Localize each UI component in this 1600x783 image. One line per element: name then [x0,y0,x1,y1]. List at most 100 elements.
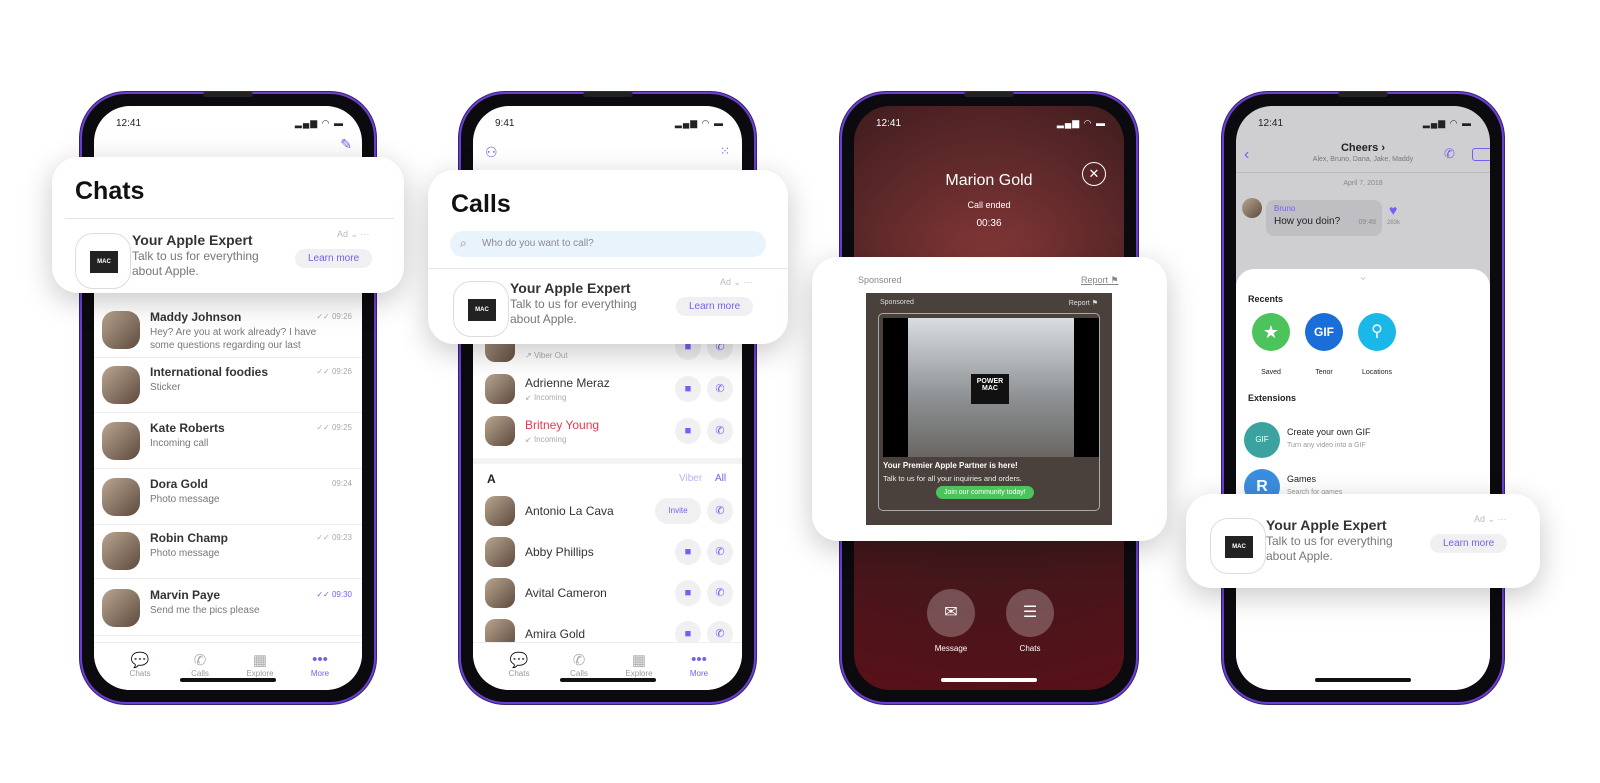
explore-icon: ▦ [252,652,268,669]
ad-title[interactable]: Your Apple Expert [1266,517,1387,533]
voice-call-button[interactable]: ✆ [707,580,733,606]
contact-name: Avital Cameron [525,586,607,600]
tenor-label: Tenor [1315,369,1333,376]
chat-row[interactable]: Dora Gold Photo message 09:24 [94,470,362,525]
locations-label: Locations [1362,369,1392,376]
date-label: April 7, 2018 [1343,180,1383,187]
tab-chats[interactable]: 💬 Chats [499,651,539,678]
recents-heading: Recents [1248,294,1284,304]
chats-ad-card: Chats MAC Your Apple Expert Talk to us f… [52,157,404,293]
learn-more-button[interactable]: Learn more [676,297,754,316]
extensions-heading: Extensions [1248,393,1297,403]
join-community-button[interactable]: Join our community today! [936,486,1034,499]
chat-preview: Send me the pics please [150,605,260,616]
double-check-icon: ✓✓ [316,423,330,432]
message-label: Message [934,644,968,653]
voice-call-button[interactable]: ✆ [707,498,733,524]
contact-row[interactable]: Antonio La Cava Invite ✆ [473,493,742,533]
tenor-icon[interactable]: GIF [1305,313,1343,351]
compose-icon[interactable]: ✎ [340,136,352,153]
store-photo: POWER MAC [883,318,1099,457]
chat-name: International foodies [150,365,269,379]
gif-maker-icon[interactable]: GIF [1244,422,1280,458]
ad-label[interactable]: Ad ⌄ ··· [720,277,753,288]
video-call-button[interactable]: ■ [675,418,701,444]
tab-more[interactable]: ••• More [679,651,719,678]
chat-preview: Photo message [150,548,220,559]
chevron-down-icon[interactable]: ⌄ [1236,269,1490,283]
search-input[interactable]: ⌕ Who do you want to call? [450,231,766,257]
video-call-button[interactable]: ■ [675,376,701,402]
chat-time: ✓✓ 09:23 [316,533,352,542]
learn-more-button[interactable]: Learn more [1430,534,1508,553]
avatar [485,578,515,608]
video-call-button[interactable]: ■ [675,539,701,565]
contact-row[interactable]: Avital Cameron ■ ✆ [473,575,742,615]
ad-title[interactable]: Your Apple Expert [510,280,631,296]
signal-wifi-battery-icon: ▂▄▆ ◠ ▬ [1422,118,1472,128]
calls-icon: ✆ [572,652,586,669]
chat-row[interactable]: Marvin Paye Send me the pics please ✓✓ 0… [94,581,362,636]
extension-title[interactable]: Games [1287,474,1316,484]
video-call-button[interactable]: ■ [675,580,701,606]
contact-name: Antonio La Cava [525,504,614,518]
video-icon[interactable] [1472,148,1490,161]
tab-calls[interactable]: ✆ Calls [180,651,220,678]
chat-row[interactable]: International foodies Sticker ✓✓ 09:26 [94,358,362,413]
close-icon[interactable]: ✕ [1082,162,1106,186]
recent-call-row[interactable]: Adrienne Meraz ↙ Incoming ■ ✆ [473,370,742,412]
filter-all[interactable]: All [715,473,726,484]
sender-name: Bruno [1274,204,1296,213]
chat-preview: Hey? Are you at work already? I have som… [150,327,317,351]
message-button[interactable]: ✉ [927,589,975,637]
group-chat-screen: 12:41 ▂▄▆ ◠ ▬ ‹ Cheers › Alex, Bruno, Dan… [1236,106,1490,690]
tab-calls[interactable]: ✆ Calls [559,651,599,678]
tab-chats[interactable]: 💬 Chats [120,651,160,678]
filter-viber[interactable]: Viber [679,473,702,484]
chat-time: ✓✓ 09:26 [316,367,352,376]
ad-logo: MAC [75,233,131,289]
chat-row[interactable]: Kate Roberts Incoming call ✓✓ 09:25 [94,414,362,469]
double-check-icon: ✓✓ [316,533,330,542]
tab-explore[interactable]: ▦ Explore [240,651,280,678]
chat-row[interactable]: Maddy Johnson Hey? Are you at work alrea… [94,303,362,358]
tab-explore[interactable]: ▦ Explore [619,651,659,678]
chat-name: Marvin Paye [150,588,221,602]
chat-row[interactable]: Robin Champ Photo message ✓✓ 09:23 [94,524,362,579]
invite-button[interactable]: Invite [655,498,701,524]
ad-creative[interactable]: Sponsored Report ⚑ POWER MAC Your Premier… [866,293,1112,525]
tab-more[interactable]: ••• More [300,651,340,678]
ad-label[interactable]: Ad ⌄ ··· [337,229,370,240]
saved-icon[interactable]: ★ [1252,313,1290,351]
extension-subtitle: Turn any video into a GIF [1287,442,1366,449]
avatar [485,374,515,404]
inner-report-link[interactable]: Report ⚑ [1069,299,1098,307]
voice-call-button[interactable]: ✆ [707,539,733,565]
voice-call-button[interactable]: ✆ [707,418,733,444]
keypad-icon[interactable]: ⁙ [720,144,730,158]
signal-wifi-battery-icon: ▂▄▆ ◠ ▬ [674,118,724,128]
chats-button[interactable]: ☰ [1006,589,1054,637]
add-contact-icon[interactable]: ⚇ [485,144,498,161]
contact-row[interactable]: Abby Phillips ■ ✆ [473,534,742,574]
voice-call-button[interactable]: ✆ [707,376,733,402]
caller-name: Britney Young [525,418,600,432]
chats-icon: 💬 [509,652,529,669]
extension-title[interactable]: Create your own GIF [1287,427,1371,437]
location-icon[interactable]: ⚲ [1358,313,1396,351]
heart-icon[interactable]: ♥ [1389,202,1397,218]
ad-text: Talk to us for all your inquiries and or… [883,474,1022,483]
search-icon: ⌕ [460,236,467,250]
recent-call-row[interactable]: Britney Young ↙ Incoming ■ ✆ [473,412,742,454]
learn-more-button[interactable]: Learn more [295,249,373,268]
phone-icon[interactable]: ✆ [1444,146,1455,162]
message-bubble[interactable]: Bruno How you doin? 09:48 [1266,200,1382,236]
ad-title[interactable]: Your Apple Expert [132,232,253,248]
report-link[interactable]: Report ⚑ [1081,275,1119,286]
chats-icon: 💬 [130,652,150,669]
ad-label[interactable]: Ad ⌄ ··· [1474,514,1507,525]
double-check-icon: ✓✓ [316,590,330,599]
phone-group-chat: 12:41 ▂▄▆ ◠ ▬ ‹ Cheers › Alex, Bruno, Dan… [1222,92,1504,704]
calls-ad-card: Calls ⌕ Who do you want to call? MAC Your… [428,170,788,344]
chat-preview: Photo message [150,494,220,505]
